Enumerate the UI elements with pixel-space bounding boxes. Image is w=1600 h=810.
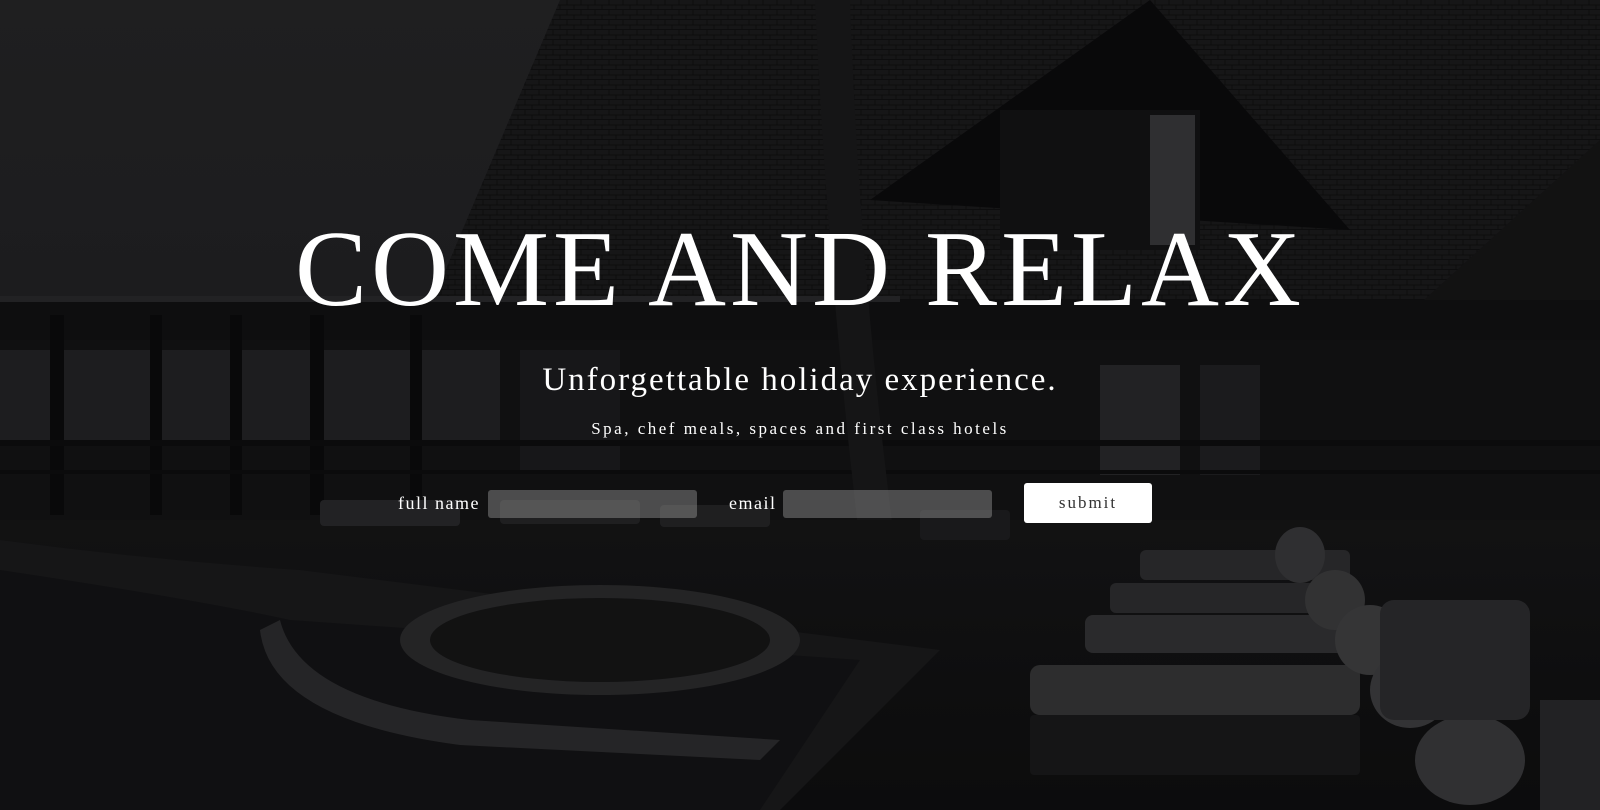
email-label: email [729, 493, 777, 513]
hero-section: COME AND RELAX Unforgettable holiday exp… [0, 0, 1600, 810]
hero-tagline: Spa, chef meals, spaces and first class … [591, 419, 1009, 438]
hero-content: COME AND RELAX Unforgettable holiday exp… [0, 0, 1600, 810]
hero-subtitle: Unforgettable holiday experience. [542, 362, 1058, 398]
email-input[interactable] [783, 490, 992, 518]
signup-form: full name email submit [0, 483, 1600, 523]
hero-title: COME AND RELAX [294, 210, 1306, 329]
submit-button[interactable]: submit [1024, 483, 1152, 523]
full-name-input[interactable] [488, 490, 697, 518]
full-name-label: full name [398, 493, 480, 513]
